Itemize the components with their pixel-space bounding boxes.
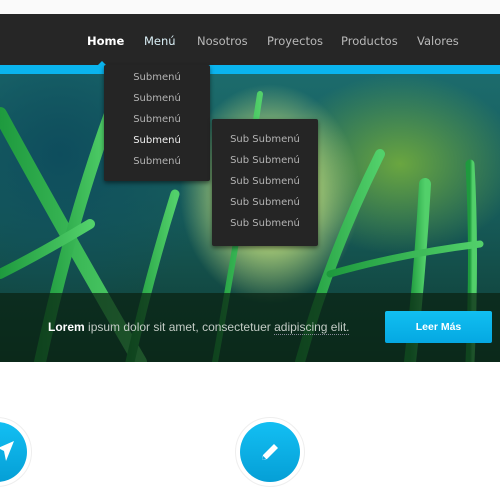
subsubmenu-item[interactable]: Sub Submenú bbox=[212, 171, 318, 192]
main-nav: Home Menú Nosotros Proyectos Productos V… bbox=[0, 14, 500, 65]
submenu-item[interactable]: Submenú bbox=[104, 151, 210, 172]
caption-text: Lorem ipsum dolor sit amet, consectetuer… bbox=[48, 320, 350, 335]
submenu-item[interactable]: Submenú bbox=[104, 88, 210, 109]
nav-home[interactable]: Home bbox=[87, 34, 124, 48]
subsubmenu-item[interactable]: Sub Submenú bbox=[212, 150, 318, 171]
subsubmenu-item[interactable]: Sub Submenú bbox=[212, 192, 318, 213]
hero-caption: Lorem ipsum dolor sit amet, consectetuer… bbox=[0, 293, 500, 362]
accent-bar bbox=[0, 65, 500, 74]
submenu-dropdown: Submenú Submenú Submenú Submenú Submenú bbox=[104, 65, 210, 181]
feature-circle-send bbox=[0, 417, 32, 487]
submenu-item[interactable]: Submenú bbox=[104, 67, 210, 88]
read-more-button[interactable]: Leer Más bbox=[385, 311, 492, 343]
subsubmenu-item[interactable]: Sub Submenú bbox=[212, 129, 318, 150]
nav-menu[interactable]: Menú bbox=[144, 34, 176, 48]
nav-nosotros[interactable]: Nosotros bbox=[197, 34, 248, 48]
nav-proyectos[interactable]: Proyectos bbox=[267, 34, 323, 48]
top-strip bbox=[0, 0, 500, 14]
subsubmenu-item[interactable]: Sub Submenú bbox=[212, 213, 318, 234]
feature-circle-edit bbox=[235, 417, 305, 487]
nav-productos[interactable]: Productos bbox=[341, 34, 398, 48]
submenu-item-active[interactable]: Submenú bbox=[104, 130, 210, 151]
pencil-icon bbox=[262, 444, 278, 460]
submenu-item[interactable]: Submenú bbox=[104, 109, 210, 130]
subsubmenu-dropdown: Sub Submenú Sub Submenú Sub Submenú Sub … bbox=[212, 119, 318, 246]
nav-valores[interactable]: Valores bbox=[417, 34, 459, 48]
